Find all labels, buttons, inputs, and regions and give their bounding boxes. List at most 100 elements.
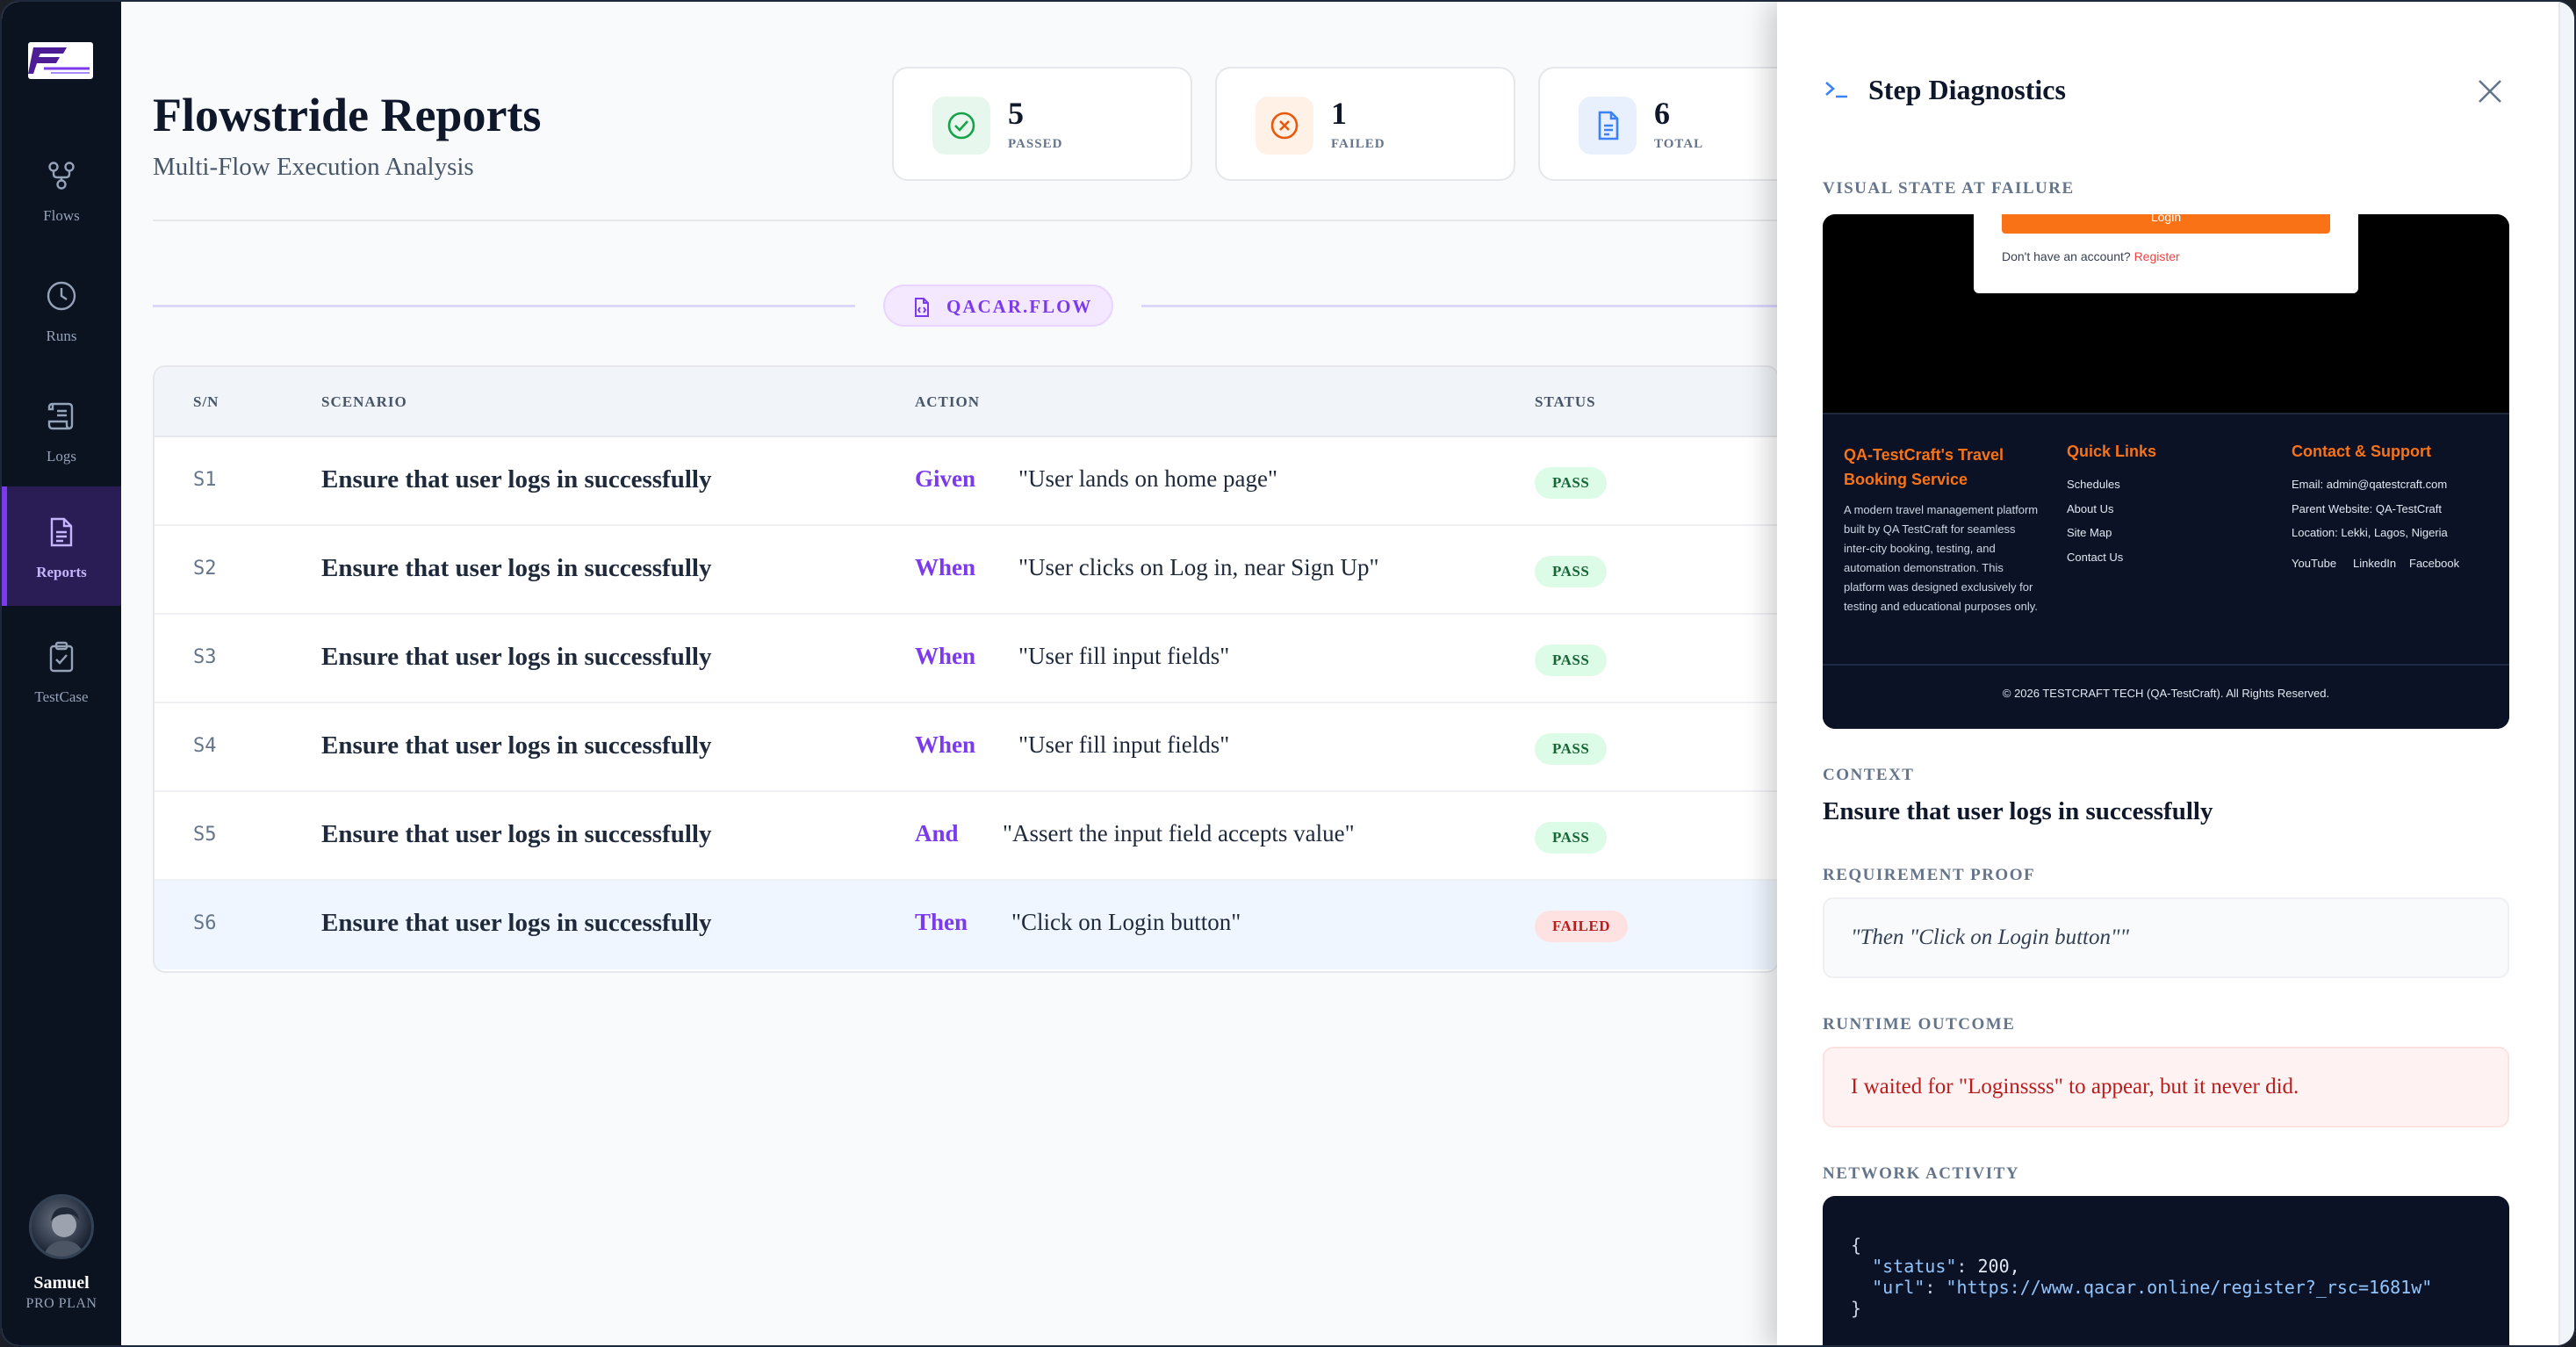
nav-reports-label: Reports: [36, 564, 87, 580]
step-diagnostics-drawer: Step Diagnostics VISUAL STATE AT FAILURE…: [1777, 2, 2558, 1345]
json-open: {: [1851, 1235, 1862, 1256]
row-sn: S6: [193, 912, 217, 934]
network-label: NETWORK ACTIVITY: [1823, 1164, 2020, 1183]
shot-col1-title: QA-TestCraft's Travel Booking Service: [1844, 446, 2004, 488]
main-content: Flowstride Reports Multi-Flow Execution …: [121, 2, 1802, 1345]
status-badge: PASS: [1535, 467, 1608, 499]
nav-runs[interactable]: Runs: [2, 250, 121, 370]
stat-total-label: TOTAL: [1654, 137, 1704, 151]
sidebar: Flows Runs Logs Reports TestCase Samuel …: [2, 2, 121, 1345]
scroll-icon: [47, 402, 74, 430]
col-status: STATUS: [1535, 393, 1596, 410]
x-circle-icon: [1256, 97, 1313, 155]
status-badge: PASS: [1535, 822, 1608, 854]
user-plan: PRO PLAN: [25, 1296, 97, 1311]
flow-divider-right: [1141, 305, 1779, 307]
table-row-selected[interactable]: S6 Ensure that user logs in successfully…: [155, 881, 1777, 969]
drawer-title: Step Diagnostics: [1868, 74, 2066, 105]
json-url-value: "https://www.qacar.online/register?_rsc=…: [1946, 1277, 2433, 1298]
nav-flows-label: Flows: [43, 207, 80, 224]
visual-state-label: VISUAL STATE AT FAILURE: [1823, 179, 2075, 198]
row-action-text: "User fill input fields": [1018, 643, 1230, 669]
app-window: Flows Runs Logs Reports TestCase Samuel …: [0, 0, 2576, 1347]
nav-runs-label: Runs: [46, 328, 77, 344]
proof-label: REQUIREMENT PROOF: [1823, 866, 2036, 884]
shot-link: Contact Us: [2067, 551, 2124, 564]
shot-copyright: © 2026 TESTCRAFT TECH (QA-TestCraft). Al…: [2002, 687, 2330, 700]
nav-logs-label: Logs: [47, 448, 76, 465]
shot-account-text: Don't have an account?: [2002, 249, 2131, 263]
row-sn: S1: [193, 469, 217, 491]
row-sn: S2: [193, 558, 217, 580]
page-title: Flowstride Reports: [153, 89, 542, 141]
stat-passed: 5 PASSED: [892, 67, 1192, 181]
row-sn: S4: [193, 735, 217, 757]
app-logo[interactable]: [28, 42, 93, 79]
flow-chip[interactable]: QACAR.FLOW: [883, 285, 1113, 327]
shot-separator: [1823, 664, 2509, 666]
header-divider: [153, 220, 1779, 221]
shot-social: LinkedIn: [2353, 557, 2397, 570]
row-keyword: And: [915, 820, 959, 846]
row-keyword: When: [915, 731, 976, 758]
outcome-box: I waited for "Loginssss" to appear, but …: [1823, 1047, 2509, 1127]
row-sn: S3: [193, 646, 217, 668]
status-badge: FAILED: [1535, 911, 1628, 942]
drawer-scrollbar[interactable]: [2558, 2, 2574, 1345]
network-activity-box[interactable]: { "status": 200, "url": "https://www.qac…: [1823, 1196, 2509, 1345]
page-subtitle: Multi-Flow Execution Analysis: [153, 153, 474, 181]
shot-social: YouTube: [2292, 557, 2337, 570]
status-badge: PASS: [1535, 645, 1608, 676]
flow-name: QACAR.FLOW: [946, 296, 1093, 317]
nav-flows[interactable]: Flows: [2, 130, 121, 249]
shot-footer: QA-TestCraft's Travel Booking Service A …: [1823, 413, 2509, 729]
table-row[interactable]: S4 Ensure that user logs in successfully…: [155, 703, 1777, 792]
steps-table: S/N SCENARIO ACTION STATUS S1 Ensure tha…: [153, 365, 1779, 973]
row-scenario: Ensure that user logs in successfully: [321, 643, 712, 671]
shot-contact-line: Email: admin@qatestcraft.com: [2292, 478, 2448, 491]
close-icon[interactable]: [2472, 74, 2508, 109]
shot-col1-text: A modern travel management platform buil…: [1844, 503, 2039, 613]
clock-icon: [47, 281, 76, 311]
row-scenario: Ensure that user logs in successfully: [321, 909, 712, 937]
stat-failed-value: 1: [1331, 96, 1347, 131]
shot-link: Schedules: [2067, 478, 2120, 491]
col-sn: S/N: [193, 393, 219, 410]
table-row[interactable]: S1 Ensure that user logs in successfully…: [155, 437, 1777, 526]
row-keyword: When: [915, 554, 976, 580]
row-keyword: When: [915, 643, 976, 669]
shot-social: Facebook: [2409, 557, 2460, 570]
json-status-value: 200,: [1977, 1256, 2020, 1277]
proof-box: "Then "Click on Login button"": [1823, 897, 2509, 978]
shot-register-link: Register: [2133, 249, 2180, 263]
row-scenario: Ensure that user logs in successfully: [321, 554, 712, 582]
stat-passed-value: 5: [1008, 96, 1024, 131]
nav-logs[interactable]: Logs: [2, 371, 121, 490]
row-keyword: Given: [915, 465, 976, 492]
outcome-value: I waited for "Loginssss" to appear, but …: [1851, 1075, 2299, 1098]
table-row[interactable]: S5 Ensure that user logs in successfully…: [155, 792, 1777, 881]
row-action-text: "User fill input fields": [1018, 731, 1230, 758]
row-keyword: Then: [915, 909, 968, 935]
shot-contact-line: Location: Lekki, Lagos, Nigeria: [2292, 526, 2448, 539]
row-scenario: Ensure that user logs in successfully: [321, 731, 712, 760]
row-scenario: Ensure that user logs in successfully: [321, 465, 712, 493]
check-circle-icon: [932, 97, 990, 155]
clipboard-check-icon: [49, 641, 74, 673]
failure-screenshot: Login Don't have an account? Register QA…: [1823, 214, 2509, 729]
table-header: S/N SCENARIO ACTION STATUS: [155, 367, 1777, 437]
row-action-text: "User lands on home page": [1018, 465, 1277, 492]
avatar[interactable]: [29, 1194, 94, 1259]
nav-testcase[interactable]: TestCase: [2, 611, 121, 731]
shot-login-card: Login Don't have an account? Register: [1974, 214, 2358, 293]
flow-divider-left: [153, 305, 855, 307]
shot-link: Site Map: [2067, 526, 2112, 539]
row-action-text: "User clicks on Log in, near Sign Up": [1018, 554, 1379, 580]
stat-failed-label: FAILED: [1331, 137, 1385, 151]
table-row[interactable]: S2 Ensure that user logs in successfully…: [155, 526, 1777, 615]
user-name: Samuel: [33, 1273, 90, 1293]
table-row[interactable]: S3 Ensure that user logs in successfully…: [155, 615, 1777, 703]
outcome-label: RUNTIME OUTCOME: [1823, 1015, 2016, 1034]
nav-reports[interactable]: Reports: [2, 486, 121, 606]
row-scenario: Ensure that user logs in successfully: [321, 820, 712, 848]
